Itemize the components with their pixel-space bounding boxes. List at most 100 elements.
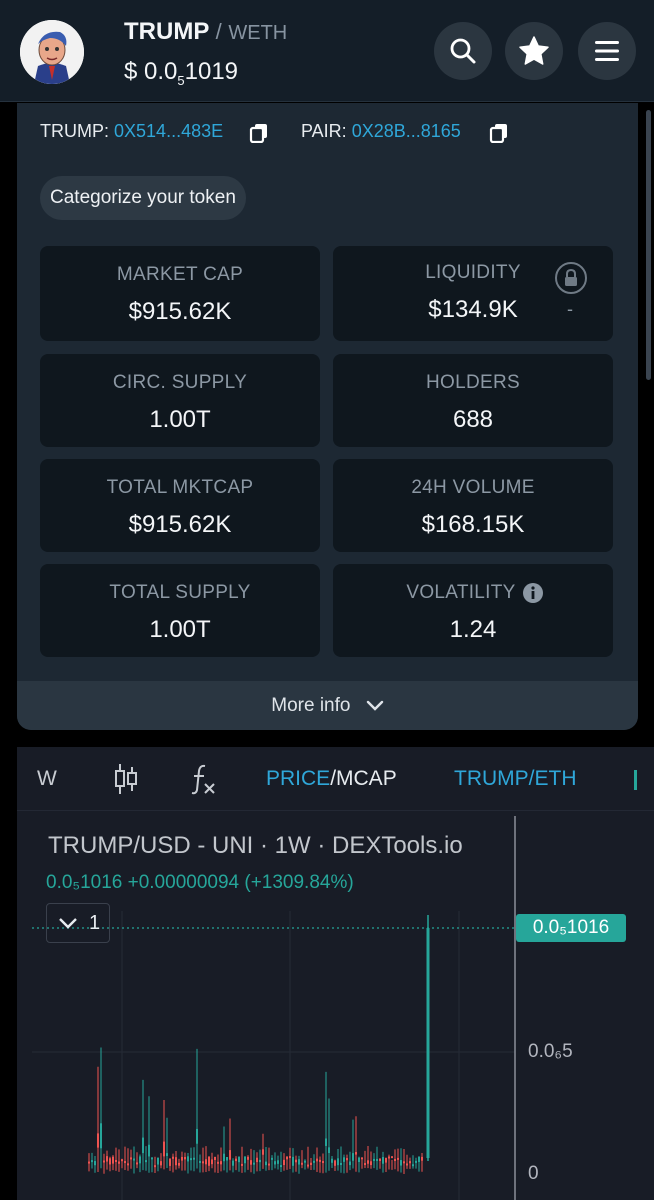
pair-address-row: PAIR: 0X28B...8165 xyxy=(301,121,461,141)
candle-body xyxy=(88,1161,90,1164)
candle-body xyxy=(157,1157,159,1165)
stat-volatility: VOLATILITY 1.24 xyxy=(333,564,613,657)
token-avatar xyxy=(20,20,84,84)
stat-total-supply: TOTAL SUPPLY 1.00T xyxy=(40,564,320,657)
candle-body xyxy=(265,1161,267,1166)
candle-body xyxy=(355,1152,357,1155)
candle-body xyxy=(295,1159,297,1163)
candle-body xyxy=(94,1161,96,1166)
candle-body xyxy=(190,1158,192,1161)
lock-icon[interactable] xyxy=(554,261,588,295)
copy-icon xyxy=(249,124,267,143)
candle-body xyxy=(316,1158,318,1162)
candle-body xyxy=(340,1162,342,1165)
candle-body xyxy=(208,1156,210,1166)
candle-body xyxy=(409,1161,411,1164)
search-icon xyxy=(450,38,476,64)
candle-body xyxy=(253,1162,255,1165)
candle-body xyxy=(343,1157,345,1162)
chart-title: TRUMP/USD - UNI · 1W · DEXTools.io xyxy=(48,832,463,859)
candle-body xyxy=(328,1147,330,1154)
candle-body xyxy=(307,1164,309,1167)
candle-body xyxy=(106,1156,108,1162)
stat-liquidity: LIQUIDITY $134.9K - xyxy=(333,246,613,341)
candle-body xyxy=(193,1157,195,1160)
candle-body xyxy=(136,1162,138,1165)
candle-body xyxy=(202,1161,204,1164)
candle-body xyxy=(415,1160,417,1163)
candle-body xyxy=(373,1158,375,1161)
chevron-down-icon xyxy=(59,918,77,929)
candle-body xyxy=(376,1158,378,1161)
candle-body xyxy=(160,1161,162,1166)
candle-body xyxy=(421,1156,423,1161)
candle-body xyxy=(367,1160,369,1164)
candle-body xyxy=(271,1157,273,1160)
axis-tick-zero: 0 xyxy=(528,1163,539,1184)
candle-body xyxy=(310,1162,312,1165)
pair-title: TRUMP / WETH xyxy=(124,18,287,46)
candle-body xyxy=(232,1160,234,1166)
candle-body xyxy=(319,1159,321,1162)
stat-total-mktcap: TOTAL MKTCAP $915.62K xyxy=(40,459,320,552)
candle-body xyxy=(133,1158,135,1161)
copy-pair-address-button[interactable] xyxy=(489,123,509,143)
candle-body xyxy=(151,1157,153,1160)
pair-currency-toggle[interactable]: TRUMP/ETH xyxy=(454,767,577,791)
indicator-count: 1 xyxy=(89,912,101,934)
candle-body xyxy=(196,1128,198,1144)
chart-legend-values: 0.0₅1016 +0.00000094 (+1309.84%) xyxy=(46,872,354,893)
interval-selector[interactable]: W xyxy=(37,767,57,791)
candle-body xyxy=(118,1161,120,1164)
candle-body xyxy=(247,1156,249,1160)
page-scrollbar[interactable] xyxy=(646,110,651,380)
candle-body xyxy=(379,1158,381,1161)
candle-body xyxy=(385,1158,387,1163)
candle-body xyxy=(382,1157,384,1164)
candle-body xyxy=(426,928,430,1158)
copy-token-address-button[interactable] xyxy=(249,123,269,143)
favorite-button[interactable] xyxy=(505,22,563,80)
pair-separator: / xyxy=(215,19,222,44)
candle-body xyxy=(217,1161,219,1164)
fx-icon[interactable] xyxy=(190,762,218,796)
candle-body xyxy=(211,1159,213,1165)
axis-tick-mid: 0.0₆5 xyxy=(528,1041,573,1062)
candle-body xyxy=(121,1159,123,1162)
candle-body xyxy=(304,1160,306,1163)
candle-body xyxy=(322,1161,324,1164)
chevron-down-icon xyxy=(366,700,383,711)
candle-body xyxy=(331,1158,333,1163)
candle-body xyxy=(274,1161,276,1165)
token-address-link[interactable]: 0X514...483E xyxy=(114,121,223,141)
candle-body xyxy=(244,1156,246,1164)
candle-body xyxy=(109,1158,111,1165)
candles-icon[interactable] xyxy=(113,762,139,796)
candle-body xyxy=(418,1156,420,1162)
candle-body xyxy=(220,1161,222,1165)
last-price-tag: 0.0₅1016 xyxy=(516,914,626,942)
candle-body xyxy=(250,1160,252,1165)
token-address-row: TRUMP: 0X514...483E xyxy=(40,121,224,141)
info-icon[interactable] xyxy=(522,582,544,604)
candle-body xyxy=(148,1144,150,1157)
price-chart[interactable] xyxy=(17,811,654,1200)
candle-body xyxy=(199,1160,201,1163)
price-mcap-toggle[interactable]: PRICE/MCAP xyxy=(266,767,397,791)
candle-body xyxy=(361,1157,363,1160)
categorize-token-button[interactable]: Categorize your token xyxy=(40,176,246,220)
candle-body xyxy=(412,1164,414,1167)
candle-body xyxy=(97,1133,99,1148)
candle-body xyxy=(370,1161,372,1166)
pair-address-link[interactable]: 0X28B...8165 xyxy=(352,121,461,141)
candle-body xyxy=(349,1161,351,1166)
candle-body xyxy=(397,1157,399,1160)
more-info-button[interactable]: More info xyxy=(17,681,638,730)
legend-collapse-button[interactable]: 1 xyxy=(46,903,110,943)
candle-body xyxy=(100,1123,102,1149)
menu-button[interactable] xyxy=(578,22,636,80)
candle-body xyxy=(391,1156,393,1159)
search-button[interactable] xyxy=(434,22,492,80)
candle-body xyxy=(226,1156,228,1161)
candle-body xyxy=(187,1156,189,1162)
